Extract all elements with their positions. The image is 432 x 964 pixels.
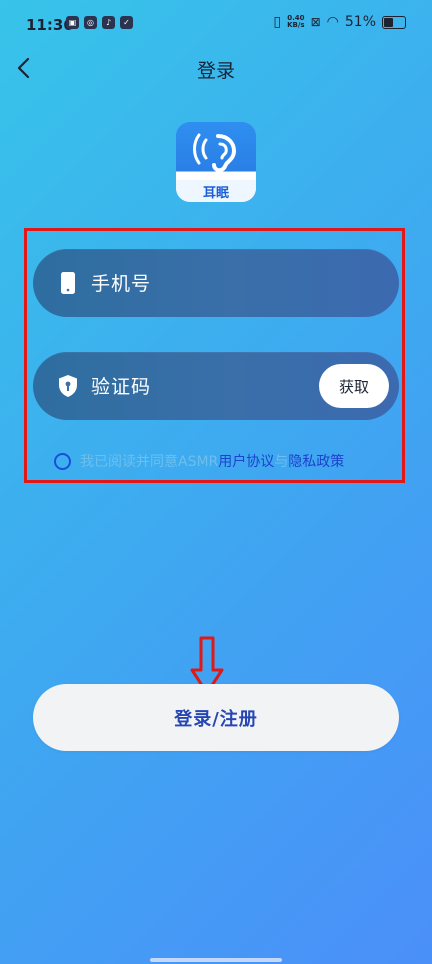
network-speed: 0.40 KB/s [287,14,305,29]
get-code-button[interactable]: 获取 [319,364,389,408]
phone-icon [61,272,75,294]
user-agreement-link[interactable]: 用户协议 [218,451,274,471]
home-indicator[interactable] [150,958,282,962]
verification-code-input[interactable]: 验证码 获取 [33,352,399,420]
status-bar: 11:36 ▣ ◎ ♪ ✓ ▯ 0.40 KB/s ⊠ ◠ 51% [0,0,432,52]
ear-icon [193,133,237,173]
app-name: 耳眠 [202,185,229,201]
battery-icon [382,15,406,29]
privacy-policy-link[interactable]: 隐私政策 [288,451,344,471]
agreement-and: 与 [274,454,289,470]
status-app-icons: ▣ ◎ ♪ ✓ [66,16,133,29]
battery-percent: 51% [344,14,376,30]
phone-input[interactable]: 手机号 [33,249,399,317]
phone-placeholder: 手机号 [91,273,152,295]
vibrate-icon: ▯ [273,14,282,30]
shield-icon [59,375,77,397]
notification-app-icon: ▣ [66,16,79,29]
wifi-icon: ◠ [326,14,339,30]
agreement-text: 我已阅读并同意ASMR [80,454,219,470]
app-name-banner: 耳眠 [176,180,256,202]
nav-bar: 登录 [0,48,432,88]
code-placeholder: 验证码 [91,376,152,398]
tiktok-icon: ♪ [102,16,115,29]
app-logo: 耳眠 [176,122,256,202]
agreement-row: 我已阅读并同意ASMR 用户协议 与 隐私政策 [54,451,344,471]
login-register-button[interactable]: 登录/注册 [33,684,399,751]
agreement-checkbox[interactable] [54,452,71,470]
sim-off-icon: ⊠ [310,15,321,29]
check-icon: ✓ [120,16,133,29]
notification-app-icon: ◎ [84,16,97,29]
page-title: 登录 [196,60,235,82]
status-right: ▯ 0.40 KB/s ⊠ ◠ 51% [273,14,406,30]
